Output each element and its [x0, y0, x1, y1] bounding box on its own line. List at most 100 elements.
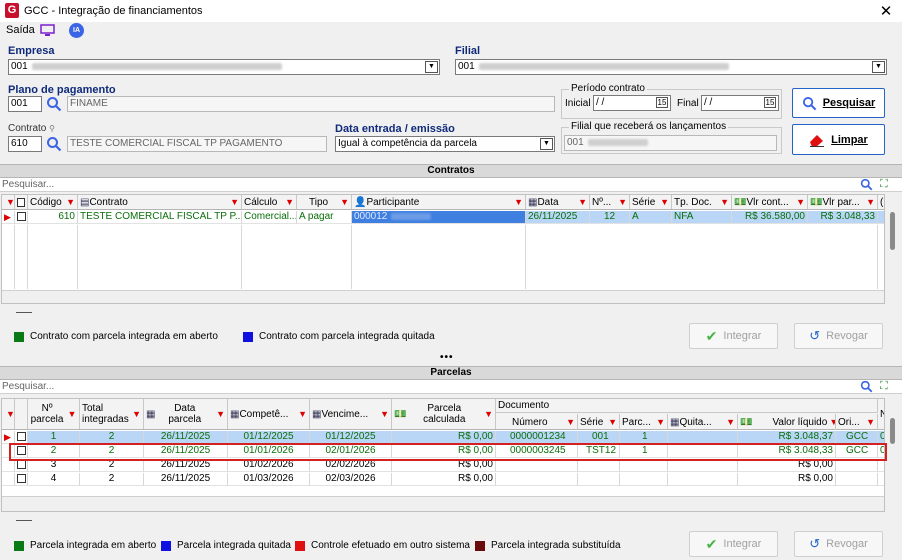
row-checkbox[interactable]	[17, 473, 26, 483]
col-data[interactable]: ▦ Data ▼	[526, 195, 590, 209]
col-contrato[interactable]: ▤ Contrato ▼	[78, 195, 242, 209]
cell-calculo: Comercial...	[242, 211, 297, 224]
col-competencia[interactable]: ▦ Competê... ▼	[228, 399, 310, 429]
plano-code-input[interactable]: 001	[8, 96, 42, 112]
legend-swatch	[14, 540, 24, 551]
cell-quita	[668, 473, 738, 486]
col-parcela-calculada[interactable]: 💵 Parcela calculada ▼	[392, 399, 496, 429]
minus-icon[interactable]	[16, 312, 32, 313]
col-total-integradas[interactable]: Total integradas ▼	[80, 399, 144, 429]
cell-serie: A	[630, 211, 672, 224]
col-data-parcela[interactable]: ▦ Data parcela ▼	[144, 399, 228, 429]
data-entrada-select[interactable]: Igual à competência da parcela ▼	[335, 136, 555, 152]
contratos-grid: ▼ Código ▼ ▤ Contrato ▼ Cálculo ▼ Tipo ▼ 👤 P…	[1, 194, 885, 304]
search-icon[interactable]	[860, 178, 873, 194]
filial-lanc-label: Filial que receberá os lançamentos	[569, 121, 729, 132]
close-icon[interactable]: ✕	[878, 2, 894, 20]
ia-button[interactable]: IA	[69, 23, 84, 38]
row-checkbox[interactable]	[17, 459, 26, 469]
search-icon[interactable]	[860, 380, 873, 396]
revogar-button-top[interactable]: ↺ Revogar	[794, 323, 883, 349]
chevron-down-icon[interactable]: ▼	[872, 61, 885, 73]
calendar-icon[interactable]: 15	[764, 97, 776, 108]
undo-icon: ↺	[809, 328, 821, 343]
parcelas-legend-2: Parcela integrada quitada	[161, 540, 291, 551]
check-icon: ✔	[705, 535, 718, 552]
legend-swatch	[161, 540, 171, 551]
table-row[interactable]: ▶ 610 TESTE COMERCIAL FISCAL TP P... Com…	[2, 211, 884, 224]
limpar-button[interactable]: Limpar	[792, 124, 885, 155]
col-valor-liquido[interactable]: 💵Valor líquido▼	[738, 414, 836, 430]
data-entrada-label: Data entrada / emissão	[335, 123, 455, 135]
col-parc[interactable]: Parc... ▼	[620, 414, 668, 430]
legend-swatch	[243, 331, 253, 342]
final-label: Final	[677, 98, 699, 109]
filial-lanc-input: 001	[564, 135, 777, 151]
chevron-down-icon[interactable]: ▼	[540, 138, 553, 150]
integrar-button-top[interactable]: ✔ Integrar	[689, 323, 778, 349]
cell-extra	[878, 473, 884, 486]
filial-redacted	[478, 62, 729, 70]
cell-tpdoc: NFA	[672, 211, 732, 224]
col-participante[interactable]: 👤 Participante ▼	[352, 195, 526, 209]
cell-serie	[578, 473, 620, 486]
contratos-search-input[interactable]: Pesquisar...	[0, 178, 902, 192]
menu-saida[interactable]: Saída	[6, 24, 35, 36]
parcelas-search-input[interactable]: Pesquisar...	[0, 380, 902, 394]
cell-participante: 000012	[352, 211, 526, 224]
contratos-legend-1: Contrato com parcela integrada em aberto	[14, 331, 218, 342]
col-numero[interactable]: Nº... ▼	[590, 195, 630, 209]
row-checkbox[interactable]	[17, 211, 26, 221]
inicial-date-input[interactable]: / / 15	[593, 95, 671, 111]
col-serie[interactable]: Série ▼	[630, 195, 672, 209]
search-icon[interactable]	[46, 136, 62, 155]
col-tipo[interactable]: Tipo ▼	[297, 195, 352, 209]
chevron-down-icon[interactable]: ▼	[425, 61, 438, 73]
empresa-code: 001	[11, 61, 28, 72]
row-checkbox[interactable]	[17, 431, 26, 441]
col-calculo[interactable]: Cálculo ▼	[242, 195, 297, 209]
col-origem[interactable]: Ori... ▼	[836, 414, 878, 430]
expand-icon[interactable]: ⛶	[880, 380, 888, 393]
col-codigo[interactable]: Código ▼	[28, 195, 78, 209]
final-date-input[interactable]: / / 15	[701, 95, 779, 111]
minus-icon[interactable]	[16, 520, 32, 521]
periodo-label: Período contrato	[569, 83, 647, 94]
col-vencimento[interactable]: ▦ Vencime... ▼	[310, 399, 392, 429]
select-all-checkbox[interactable]	[17, 197, 25, 207]
cell-parc	[620, 473, 668, 486]
col-quitacao[interactable]: ▦ Quita... ▼	[668, 414, 738, 430]
undo-icon: ↺	[809, 536, 821, 551]
parcelas-scrollbar[interactable]	[886, 398, 900, 512]
cell-vlrpar: R$ 3.048,33	[808, 211, 878, 224]
integrar-button-bottom[interactable]: ✔ Integrar	[689, 531, 778, 557]
filial-lanc-redacted	[587, 138, 648, 146]
contrato-label: Contrato ⚲	[8, 123, 55, 134]
filial-label: Filial	[455, 45, 481, 57]
contrato-code-input[interactable]: 610	[8, 136, 42, 152]
contratos-header: Contratos	[0, 164, 902, 178]
revogar-button-bottom[interactable]: ↺ Revogar	[794, 531, 883, 557]
filial-select[interactable]: 001 ▼	[455, 59, 887, 75]
search-icon[interactable]	[46, 96, 62, 115]
col-num-parcela[interactable]: Nº parcela ▼	[28, 399, 80, 429]
cell-num: 12	[590, 211, 630, 224]
parcelas-header: Parcelas	[0, 366, 902, 380]
col-numero[interactable]: Número ▼	[496, 414, 578, 430]
contratos-footer	[2, 290, 884, 303]
col-vlrcont[interactable]: 💵 Vlr cont... ▼	[732, 195, 808, 209]
col-tpdoc[interactable]: Tp. Doc. ▼	[672, 195, 732, 209]
expand-icon[interactable]: ⛶	[880, 178, 888, 191]
splitter-handle[interactable]: •••	[440, 352, 454, 363]
contratos-scrollbar[interactable]	[886, 194, 900, 304]
table-row[interactable]: 4 2 26/11/2025 01/03/2026 02/03/2026 R$ …	[2, 473, 884, 486]
col-vlrpar[interactable]: 💵 Vlr par... ▼	[808, 195, 878, 209]
data-entrada-value: Igual à competência da parcela	[338, 138, 477, 149]
monitor-icon[interactable]	[40, 24, 55, 36]
col-serie[interactable]: Série ▼	[578, 414, 620, 430]
contratos-empty-area	[2, 225, 884, 289]
empresa-select[interactable]: 001 ▼	[8, 59, 440, 75]
pesquisar-button[interactable]: Pesquisar	[792, 88, 885, 118]
inicial-label: Inicial	[565, 98, 591, 109]
calendar-icon[interactable]: 15	[656, 97, 668, 108]
